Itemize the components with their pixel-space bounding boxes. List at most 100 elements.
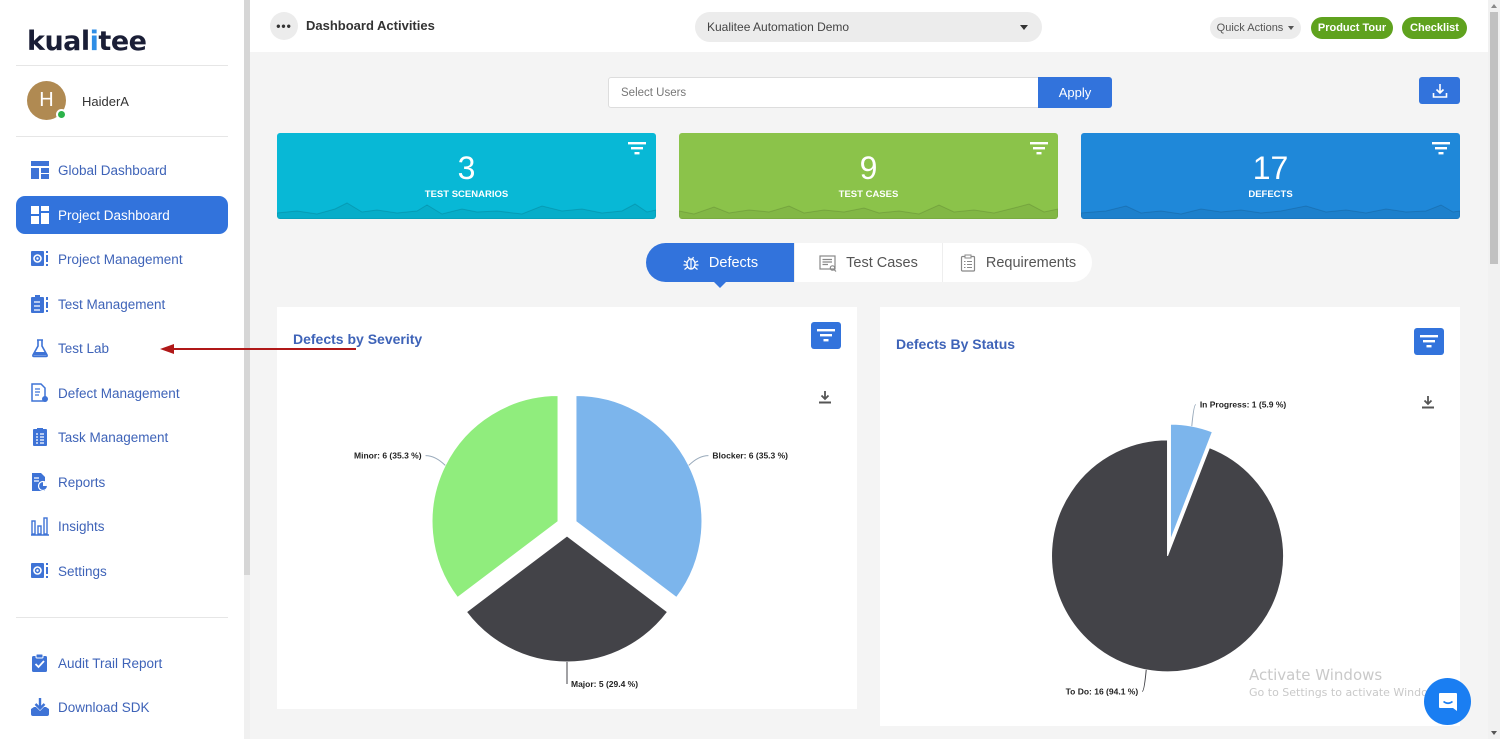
- project-select[interactable]: Kualitee Automation Demo: [695, 12, 1042, 42]
- stat-value: 3: [457, 150, 476, 186]
- sidebar-item-label: Test Management: [58, 296, 166, 312]
- sidebar: kualitee H HaiderA Global Dashboard Proj…: [0, 0, 244, 739]
- report-icon: [30, 472, 50, 492]
- page-scrollbar[interactable]: [1488, 0, 1500, 739]
- settings-gear-icon: [30, 561, 50, 581]
- online-status-dot: [56, 109, 67, 120]
- activate-windows-watermark: Activate Windows: [1249, 666, 1383, 684]
- stat-card-test-cases[interactable]: 9 TEST CASES: [679, 133, 1058, 219]
- pie-data-label: In Progress: 1 (5.9 %): [1200, 399, 1287, 409]
- stat-value: 9: [859, 150, 878, 186]
- filter-icon[interactable]: [1030, 142, 1048, 156]
- chevron-down-icon: [1288, 26, 1295, 30]
- top-bar: ••• Dashboard Activities Kualitee Automa…: [250, 0, 1488, 52]
- divider: [16, 617, 228, 618]
- checklist-button[interactable]: Checklist: [1402, 17, 1467, 39]
- project-gear-icon: [30, 249, 50, 269]
- defects-by-severity-panel: Defects by Severity Blocker: 6 (35.3 %) M…: [277, 307, 857, 709]
- sidebar-item-label: Defect Management: [58, 385, 180, 401]
- severity-pie-chart: Blocker: 6 (35.3 %) Major: 5 (29.4 %) Mino…: [354, 395, 788, 689]
- sparkline-decoration: [277, 202, 656, 219]
- pie-data-label: Minor: 6 (35.3 %): [354, 451, 422, 461]
- sidebar-item-global-dashboard[interactable]: Global Dashboard: [16, 151, 228, 189]
- sidebar-item-project-management[interactable]: Project Management: [16, 240, 228, 278]
- sidebar-item-label: Reports: [58, 474, 106, 490]
- select-users-input[interactable]: [608, 77, 1039, 108]
- pie-label-connector: [688, 455, 709, 466]
- sidebar-item-insights[interactable]: Insights: [16, 507, 228, 545]
- download-dashboard-button[interactable]: [1419, 77, 1460, 104]
- sidebar-item-label: Insights: [58, 518, 105, 534]
- quick-actions-dropdown[interactable]: Quick Actions: [1210, 17, 1301, 39]
- tab-label: Requirements: [985, 254, 1077, 271]
- logo-text-suffix: tee: [98, 26, 147, 57]
- project-select-value: Kualitee Automation Demo: [707, 20, 850, 34]
- annotation-underline: [292, 348, 356, 350]
- pie-data-label: Major: 5 (29.4 %): [571, 679, 638, 689]
- sparkline-decoration: [679, 203, 1058, 219]
- annotation-arrow: [160, 344, 356, 354]
- defect-document-icon: [30, 383, 50, 403]
- tab-requirements[interactable]: Requirements: [942, 243, 1092, 282]
- tab-test-cases[interactable]: Test Cases: [794, 243, 942, 282]
- stat-value: 17: [1252, 150, 1289, 186]
- requirements-clipboard-icon: [960, 254, 975, 272]
- sidebar-item-task-management[interactable]: Task Management: [16, 418, 228, 456]
- tab-defects[interactable]: Defects: [646, 243, 794, 288]
- more-dots-icon[interactable]: •••: [270, 12, 298, 40]
- download-icon: [1432, 83, 1447, 98]
- pie-slice-to-do[interactable]: [1051, 439, 1284, 673]
- sidebar-item-test-management[interactable]: Test Management: [16, 285, 228, 323]
- apply-button[interactable]: Apply: [1038, 77, 1112, 108]
- divider: [16, 136, 228, 137]
- sidebar-item-download-sdk[interactable]: Download SDK: [16, 688, 228, 726]
- quick-actions-label: Quick Actions: [1216, 22, 1284, 34]
- chat-icon: [1438, 692, 1457, 711]
- filter-icon[interactable]: [628, 142, 646, 156]
- sparkline-decoration: [1081, 204, 1460, 219]
- sidebar-item-label: Project Management: [58, 251, 183, 267]
- clipboard-check-icon: [30, 653, 50, 673]
- stat-card-defects[interactable]: 17 DEFECTS: [1081, 133, 1460, 219]
- sidebar-item-label: Audit Trail Report: [58, 655, 163, 671]
- sidebar-item-label: Download SDK: [58, 699, 150, 715]
- username: HaiderA: [82, 94, 129, 109]
- defects-by-status-panel: Defects By Status In Progress: 1 (5.9 %)…: [880, 307, 1460, 726]
- dashboard-tabs: Defects Test Cases Requirements: [646, 243, 1092, 288]
- pie-label-connector: [425, 455, 446, 466]
- scroll-down-arrow-icon[interactable]: [1491, 731, 1497, 735]
- sidebar-scrollbar[interactable]: [244, 0, 250, 739]
- sidebar-item-settings[interactable]: Settings: [16, 552, 228, 590]
- pie-label-connector: [1141, 669, 1147, 693]
- bug-icon: [683, 256, 699, 270]
- dashboard-tiles-icon: [30, 205, 50, 225]
- sidebar-item-defect-management[interactable]: Defect Management: [16, 374, 228, 412]
- download-tray-icon: [30, 697, 50, 717]
- pie-data-label: Blocker: 6 (35.3 %): [712, 451, 788, 461]
- sidebar-item-label: Settings: [58, 563, 107, 579]
- filter-icon[interactable]: [1432, 142, 1450, 156]
- sidebar-item-label: Global Dashboard: [58, 162, 167, 178]
- sidebar-item-reports[interactable]: Reports: [16, 463, 228, 501]
- status-pie-chart: In Progress: 1 (5.9 %) To Do: 16 (94.1 %): [1051, 399, 1287, 697]
- task-list-icon: [30, 427, 50, 447]
- test-clipboard-icon: [30, 294, 50, 314]
- pie-label-connector: [1191, 403, 1197, 427]
- avatar-initial: H: [39, 89, 54, 111]
- kualitee-logo[interactable]: kualitee: [27, 26, 147, 57]
- avatar[interactable]: H: [27, 81, 67, 120]
- logo-text-prefix: kual: [27, 26, 90, 57]
- tab-label: Defects: [708, 254, 759, 271]
- sidebar-item-project-dashboard[interactable]: Project Dashboard: [16, 196, 228, 234]
- stat-card-test-scenarios[interactable]: 3 TEST SCENARIOS: [277, 133, 656, 219]
- sidebar-item-label: Task Management: [58, 429, 169, 445]
- scroll-up-arrow-icon[interactable]: [1491, 4, 1497, 8]
- sidebar-scrollbar-thumb[interactable]: [244, 0, 250, 575]
- divider: [16, 65, 228, 66]
- flask-icon: [30, 338, 50, 358]
- page-scrollbar-thumb[interactable]: [1490, 12, 1498, 264]
- bar-chart-icon: [30, 516, 50, 536]
- sidebar-item-audit-trail-report[interactable]: Audit Trail Report: [16, 644, 228, 682]
- product-tour-button[interactable]: Product Tour: [1311, 17, 1393, 39]
- chat-launcher-button[interactable]: [1424, 678, 1471, 725]
